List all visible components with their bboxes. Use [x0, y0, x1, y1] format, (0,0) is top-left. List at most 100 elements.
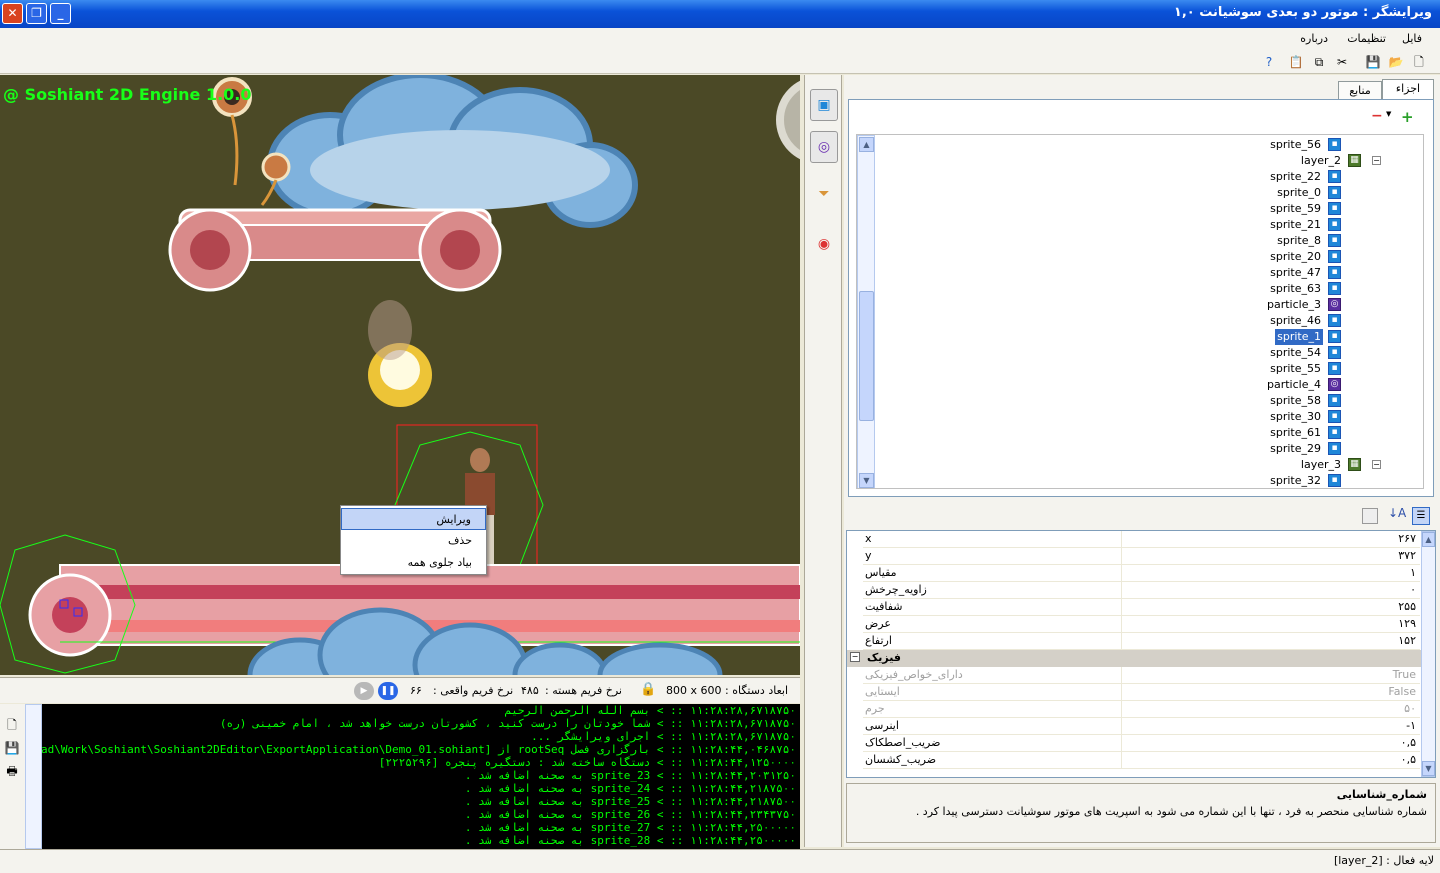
tab-resources[interactable]: منابع [1338, 81, 1382, 101]
scroll-down-icon[interactable]: ▼ [859, 473, 874, 488]
sprite-tool-icon[interactable]: ▣ [810, 89, 838, 121]
property-value[interactable]: ۱۲۹ [1398, 617, 1416, 630]
tree-item[interactable]: ▪ sprite_29 [883, 441, 1423, 457]
property-value[interactable]: ۲۵۵ [1398, 600, 1416, 613]
print-icon[interactable]: 🖶 [3, 762, 21, 780]
tree-item[interactable]: ▪ sprite_46 [883, 313, 1423, 329]
tree-item[interactable]: ▪ sprite_59 [883, 201, 1423, 217]
property-scrollbar[interactable]: ▲ ▼ [1421, 531, 1435, 777]
property-value[interactable]: False [1388, 685, 1416, 698]
scene-canvas[interactable]: @ Soshiant 2D Engine 1.0.0 ویرایش حذف بی… [0, 75, 800, 675]
tree-item[interactable]: ▪ sprite_0 [883, 185, 1423, 201]
minimize-button[interactable]: _ [50, 3, 71, 24]
tree-item[interactable]: ▪ sprite_8 [883, 233, 1423, 249]
property-value[interactable]: ۰,۵ [1401, 753, 1416, 766]
open-folder-icon[interactable]: 📂 [1387, 53, 1405, 71]
property-value[interactable]: ۰ [1410, 583, 1416, 596]
cut-icon[interactable]: ✂ [1333, 53, 1351, 71]
particle-tool-icon[interactable]: ◎ [810, 131, 838, 163]
property-value[interactable]: ۱۵۲ [1398, 634, 1416, 647]
collapse-icon[interactable]: − [1372, 156, 1381, 165]
save-icon[interactable]: 💾 [1364, 53, 1382, 71]
tree-item[interactable]: ▪ sprite_63 [883, 281, 1423, 297]
property-row[interactable]: زاویه_چرخش ۰ [863, 582, 1420, 599]
property-row[interactable]: مقیاس ۱ [863, 565, 1420, 582]
new-file-icon[interactable]: 🗋 [1410, 53, 1428, 71]
property-row[interactable]: جرم ۵۰ [863, 701, 1420, 718]
save-log-icon[interactable]: 💾 [3, 739, 21, 757]
tree-item[interactable]: ▪ sprite_55 [883, 361, 1423, 377]
property-name: جرم [865, 702, 885, 715]
property-row[interactable]: اینرسی ۱- [863, 718, 1420, 735]
tree-item[interactable]: ▪ sprite_47 [883, 265, 1423, 281]
prop-scroll-down-icon[interactable]: ▼ [1422, 761, 1435, 776]
menu-about[interactable]: درباره [1300, 32, 1328, 45]
property-pages-icon[interactable] [1362, 508, 1378, 524]
collapse-icon[interactable]: − [1372, 460, 1381, 469]
add-icon[interactable]: + [1401, 108, 1414, 126]
tree-item[interactable]: ▪ sprite_32 [883, 473, 1423, 488]
column-divider [1121, 667, 1122, 684]
restore-button[interactable]: ❐ [26, 3, 47, 24]
context-edit-item[interactable]: ویرایش [341, 508, 486, 530]
context-delete-item[interactable]: حذف [341, 530, 486, 552]
tree-item[interactable]: ▪ sprite_1 [883, 329, 1423, 345]
tree-scrollbar[interactable]: ▲ ▼ [857, 135, 875, 488]
menu-file[interactable]: فایل [1402, 32, 1422, 45]
tab-parts[interactable]: اجزاء [1382, 79, 1434, 101]
dropdown-arrow-icon[interactable]: ▼ [1386, 110, 1391, 118]
menu-settings[interactable]: تنظیمات [1347, 32, 1386, 45]
property-row[interactable]: x ۲۶۷ [863, 531, 1420, 548]
property-row[interactable]: ایستایی False [863, 684, 1420, 701]
tree-item[interactable]: ▪ sprite_21 [883, 217, 1423, 233]
tree-item[interactable]: ▦ − layer_3 [883, 457, 1423, 473]
tree-item[interactable]: ▪ sprite_20 [883, 249, 1423, 265]
property-row[interactable]: ضریب_کشسان ۰,۵ [863, 752, 1420, 769]
tree-item[interactable]: ▪ sprite_30 [883, 409, 1423, 425]
console-scrollbar[interactable] [25, 704, 42, 849]
property-value[interactable]: ۲۶۷ [1398, 532, 1416, 545]
funnel-tool-icon[interactable]: ⏷ [810, 179, 838, 211]
property-row[interactable]: ضریب_اصطکاک ۰,۵ [863, 735, 1420, 752]
context-bring-front-item[interactable]: بیاد جلوی همه [341, 552, 486, 574]
lock-icon[interactable]: 🔒 [640, 682, 656, 697]
help-icon[interactable]: ? [1260, 53, 1278, 71]
scene-tree[interactable]: ▲ ▼ ▪ sprite_56 ▦ − layer_2 ▪ sprite_22 ▪ sprite… [856, 134, 1424, 489]
tree-item[interactable]: ◎ particle_3 [883, 297, 1423, 313]
close-button[interactable]: ✕ [2, 3, 23, 24]
property-row[interactable]: شفافیت ۲۵۵ [863, 599, 1420, 616]
paste-icon[interactable]: 📋 [1287, 53, 1305, 71]
property-value[interactable]: ۳۷۲ [1398, 549, 1416, 562]
property-value[interactable]: ۰,۵ [1401, 736, 1416, 749]
pause-icon[interactable]: ❚❚ [378, 682, 398, 700]
prop-scroll-up-icon[interactable]: ▲ [1422, 532, 1435, 547]
property-value[interactable]: ۱- [1406, 719, 1416, 732]
collapse-icon[interactable]: − [850, 652, 860, 662]
tree-item[interactable]: ▪ sprite_58 [883, 393, 1423, 409]
sort-alpha-icon[interactable]: ↓A [1388, 506, 1406, 520]
property-row[interactable]: ارتفاع ۱۵۲ [863, 633, 1420, 650]
property-value[interactable]: ۵۰ [1404, 702, 1416, 715]
color-tool-icon[interactable]: ◉ [810, 229, 838, 261]
tree-item[interactable]: ▪ sprite_56 [883, 137, 1423, 153]
tree-item[interactable]: ▦ − layer_2 [883, 153, 1423, 169]
sprite-icon: ▪ [1328, 442, 1341, 455]
property-row[interactable]: عرض ۱۲۹ [863, 616, 1420, 633]
scroll-up-icon[interactable]: ▲ [859, 137, 874, 152]
property-value[interactable]: ۱ [1410, 566, 1416, 579]
copy-icon[interactable]: ⧉ [1310, 53, 1328, 71]
play-icon[interactable]: ▶ [354, 682, 374, 700]
tree-item[interactable]: ◎ particle_4 [883, 377, 1423, 393]
property-row[interactable]: دارای_خواص_فیزیکی True [863, 667, 1420, 684]
log-line: ۱۱:۲۸:۲۸,۶۷۱۸۷۵۰ :: > شما خودتان را درست… [219, 717, 796, 730]
category-physics[interactable]: − فیزیک [847, 650, 1421, 667]
scroll-thumb[interactable] [859, 291, 874, 421]
new-log-icon[interactable]: 🗋 [3, 716, 21, 734]
property-value[interactable]: True [1393, 668, 1416, 681]
categorized-icon[interactable]: ☰ [1412, 507, 1430, 525]
remove-icon[interactable]: − [1371, 108, 1383, 124]
tree-item[interactable]: ▪ sprite_54 [883, 345, 1423, 361]
tree-item[interactable]: ▪ sprite_22 [883, 169, 1423, 185]
property-row[interactable]: y ۳۷۲ [863, 548, 1420, 565]
tree-item[interactable]: ▪ sprite_61 [883, 425, 1423, 441]
